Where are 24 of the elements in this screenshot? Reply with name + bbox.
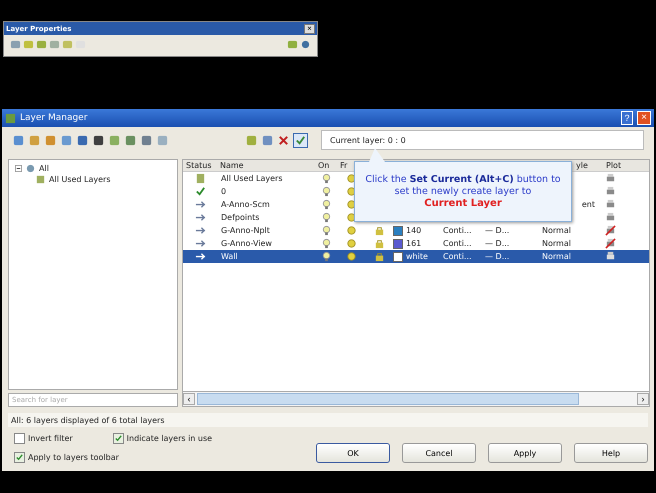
layer-name: G-Anno-Nplt <box>220 226 271 235</box>
linetype-cell: Conti... <box>443 252 472 261</box>
layer-name: All Used Layers <box>220 174 284 183</box>
layer-name: Defpoints <box>220 213 260 222</box>
color-name: 161 <box>406 239 422 248</box>
linetype-cell: Conti... <box>443 239 472 248</box>
layer-name: A-Anno-Scm <box>220 200 271 209</box>
plot-style-cell: Normal <box>542 252 571 261</box>
callout-text: Click the Set Current (Alt+C) button to set the newly create layer to <box>364 174 562 198</box>
color-name: 140 <box>406 226 422 235</box>
linetype-cell: Conti... <box>443 226 472 235</box>
layer-name: 0 <box>220 187 228 196</box>
plot-style-cell: Normal <box>542 239 571 248</box>
plot-style-cell: Normal <box>542 226 571 235</box>
plot-style-cell: ent <box>582 200 595 209</box>
callout-emphasis: Current Layer <box>424 198 502 209</box>
layer-name: Wall <box>220 252 239 261</box>
layer-name: G-Anno-View <box>220 239 273 248</box>
window-title: Layer Manager <box>20 113 88 123</box>
color-name: white <box>406 252 428 261</box>
lineweight-cell: — D... <box>485 239 510 248</box>
lineweight-cell: — D... <box>485 226 510 235</box>
lineweight-cell: — D... <box>485 252 510 261</box>
current-layer-label: Current layer: 0 : 0 <box>321 130 644 150</box>
